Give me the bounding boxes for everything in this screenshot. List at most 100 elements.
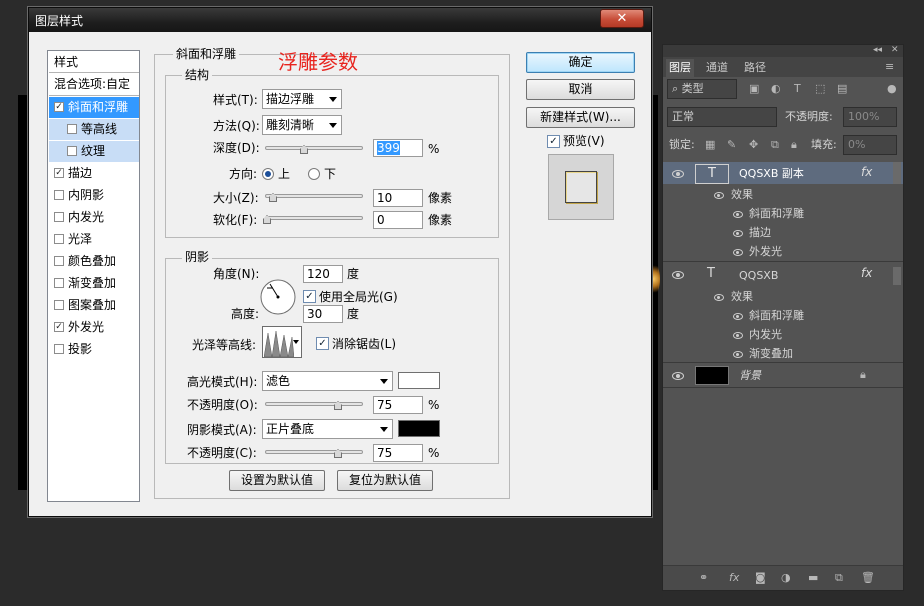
angle-dial[interactable] xyxy=(259,278,297,316)
delete-layer-icon[interactable]: 🗑︎ xyxy=(861,571,875,585)
effect-eye-icon[interactable] xyxy=(733,249,743,256)
checkbox-icon[interactable] xyxy=(54,189,64,200)
style-item-inner-shadow[interactable]: 内阴影 xyxy=(49,185,139,206)
effect-eye-icon[interactable] xyxy=(733,332,743,339)
highlight-color-swatch[interactable] xyxy=(398,372,440,389)
size-slider-track[interactable] xyxy=(265,194,363,198)
visibility-eye-icon[interactable] xyxy=(672,271,684,279)
effect-bevel[interactable]: 斜面和浮雕 xyxy=(749,309,804,323)
layer-row-background[interactable]: 背景 🔒︎ xyxy=(663,364,903,388)
soften-slider-track[interactable] xyxy=(265,216,363,220)
style-item-outer-glow[interactable]: ✓ 外发光 xyxy=(49,317,139,338)
shadow-mode-select[interactable]: 正片叠底 xyxy=(262,419,393,439)
fx-icon[interactable]: fx xyxy=(861,165,872,179)
fill-input[interactable]: 0% xyxy=(843,135,897,155)
gloss-contour-picker[interactable] xyxy=(262,326,302,358)
layer-name[interactable]: QQSXB 副本 xyxy=(739,167,804,181)
checkbox-icon[interactable] xyxy=(67,123,77,134)
antialias-checkbox[interactable]: ✓ xyxy=(316,337,329,350)
effects-eye-icon[interactable] xyxy=(714,294,724,301)
tab-channels[interactable]: 通道 xyxy=(703,59,731,77)
new-group-icon[interactable]: ▬ xyxy=(808,571,818,585)
checkbox-icon[interactable] xyxy=(54,277,64,288)
visibility-eye-icon[interactable] xyxy=(672,372,684,380)
effect-eye-icon[interactable] xyxy=(733,313,743,320)
blend-mode-select[interactable]: 正常 xyxy=(667,107,777,127)
checkbox-icon[interactable] xyxy=(54,255,64,266)
filter-smart-object-icon[interactable]: ▤ xyxy=(837,82,847,96)
lock-move-icon[interactable]: ✥ xyxy=(749,138,758,152)
link-layers-icon[interactable]: ⚭ xyxy=(699,571,708,585)
global-light-checkbox[interactable]: ✓ xyxy=(303,290,316,303)
effect-outer-glow[interactable]: 外发光 xyxy=(749,245,782,259)
checkbox-checked-icon[interactable]: ✓ xyxy=(54,101,64,112)
direction-up-radio[interactable] xyxy=(262,168,274,180)
layer-name[interactable]: QQSXB xyxy=(739,269,778,283)
checkbox-checked-icon[interactable]: ✓ xyxy=(54,321,64,332)
tab-paths[interactable]: 路径 xyxy=(741,59,769,77)
filter-toggle-icon[interactable]: ● xyxy=(887,82,897,96)
altitude-input[interactable]: 30 xyxy=(303,305,343,323)
style-item-stroke[interactable]: ✓ 描边 xyxy=(49,163,139,184)
new-adjustment-icon[interactable]: ◑ xyxy=(781,571,791,585)
soften-input[interactable]: 0 xyxy=(373,211,423,229)
effect-eye-icon[interactable] xyxy=(733,230,743,237)
checkbox-icon[interactable] xyxy=(54,343,64,354)
collapse-icon[interactable]: ◂◂ xyxy=(873,43,882,57)
style-item-bevel-emboss[interactable]: ✓ 斜面和浮雕 xyxy=(49,97,139,118)
checkbox-icon[interactable] xyxy=(54,211,64,222)
style-item-gradient-overlay[interactable]: 渐变叠加 xyxy=(49,273,139,294)
reset-default-button[interactable]: 复位为默认值 xyxy=(337,470,433,491)
style-list-header[interactable]: 样式 xyxy=(49,52,139,73)
shadow-opacity-input[interactable]: 75 xyxy=(373,444,423,462)
close-panel-icon[interactable]: ✕ xyxy=(891,43,899,57)
checkbox-checked-icon[interactable]: ✓ xyxy=(54,167,64,178)
effects-eye-icon[interactable] xyxy=(714,192,724,199)
size-input[interactable]: 10 xyxy=(373,189,423,207)
scrollbar-thumb[interactable] xyxy=(893,162,901,184)
effect-inner-glow[interactable]: 内发光 xyxy=(749,328,782,342)
depth-input[interactable]: 399 xyxy=(373,139,423,157)
checkbox-icon[interactable] xyxy=(54,233,64,244)
layer-row-qqsxb-copy[interactable]: T QQSXB 副本 fx 效果 斜面和浮雕 描边 外发光 xyxy=(663,162,903,262)
style-item-color-overlay[interactable]: 颜色叠加 xyxy=(49,251,139,272)
shadow-opacity-track[interactable] xyxy=(265,450,363,454)
panel-menu-icon[interactable]: ≡ xyxy=(885,60,894,74)
blending-options-item[interactable]: 混合选项:自定 xyxy=(49,74,139,95)
make-default-button[interactable]: 设置为默认值 xyxy=(229,470,325,491)
technique-select[interactable]: 雕刻清晰 xyxy=(262,115,342,135)
effect-gradient-overlay[interactable]: 渐变叠加 xyxy=(749,347,793,361)
add-style-icon[interactable]: fx xyxy=(729,571,739,585)
close-button[interactable]: ✕ xyxy=(600,9,644,28)
filter-adjustment-icon[interactable]: ◐ xyxy=(771,82,781,96)
bevel-style-select[interactable]: 描边浮雕 xyxy=(262,89,342,109)
depth-slider-track[interactable] xyxy=(265,146,363,150)
ok-button[interactable]: 确定 xyxy=(526,52,635,73)
effect-eye-icon[interactable] xyxy=(733,351,743,358)
add-mask-icon[interactable]: ◙ xyxy=(755,571,766,585)
style-item-drop-shadow[interactable]: 投影 xyxy=(49,339,139,360)
layer-row-qqsxb[interactable]: T QQSXB fx 效果 斜面和浮雕 内发光 渐变叠加 xyxy=(663,263,903,363)
scrollbar-thumb[interactable] xyxy=(893,267,901,285)
new-layer-icon[interactable]: ⧉ xyxy=(835,571,843,585)
checkbox-icon[interactable] xyxy=(54,299,64,310)
effect-eye-icon[interactable] xyxy=(733,211,743,218)
filter-shape-icon[interactable]: ⬚ xyxy=(815,82,825,96)
lock-all-icon[interactable]: 🔒︎ xyxy=(791,138,797,152)
angle-input[interactable]: 120 xyxy=(303,265,343,283)
dialog-titlebar[interactable]: 图层样式 ✕ xyxy=(29,8,651,32)
effect-stroke[interactable]: 描边 xyxy=(749,226,771,240)
new-style-button[interactable]: 新建样式(W)... xyxy=(526,107,635,128)
preview-checkbox[interactable]: ✓ xyxy=(547,135,560,148)
effect-bevel[interactable]: 斜面和浮雕 xyxy=(749,207,804,221)
tab-layers[interactable]: 图层 xyxy=(666,59,694,77)
lock-transparent-icon[interactable]: ▦ xyxy=(705,138,715,152)
shadow-color-swatch[interactable] xyxy=(398,420,440,437)
highlight-opacity-track[interactable] xyxy=(265,402,363,406)
filter-type-icon[interactable]: T xyxy=(794,82,801,96)
filter-kind-select[interactable]: ⌕ 类型 xyxy=(667,79,737,99)
checkbox-icon[interactable] xyxy=(67,145,77,156)
style-item-texture[interactable]: 纹理 xyxy=(49,141,139,162)
highlight-mode-select[interactable]: 滤色 xyxy=(262,371,393,391)
style-item-pattern-overlay[interactable]: 图案叠加 xyxy=(49,295,139,316)
